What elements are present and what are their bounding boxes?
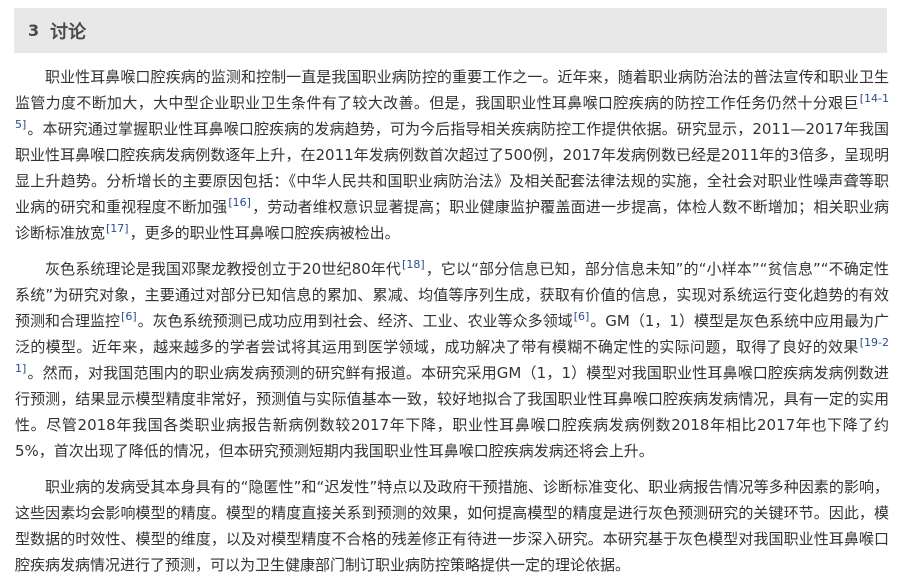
citation-link[interactable]: [18] (402, 258, 425, 271)
paragraph-text: 。灰色系统预测已成功应用到社会、经济、工业、农业等众多领域 (137, 312, 573, 330)
citation-link[interactable]: [17] (106, 222, 129, 235)
paragraph-text: 。然而，对我国范围内的职业病发病预测的研究鲜有报道。本研究采用GM（1，1）模型… (15, 364, 889, 460)
paragraph-text: 职业性耳鼻喉口腔疾病的监测和控制一直是我国职业病防控的重要工作之一。近年来，随着… (15, 68, 889, 112)
citation-link[interactable]: [16] (228, 196, 251, 209)
paragraph: 职业病的发病受其本身具有的“隐匿性”和“迟发性”特点以及政府干预措施、诊断标准变… (15, 474, 889, 578)
section-title: 讨论 (50, 21, 87, 43)
paragraph-text: ，更多的职业性耳鼻喉口腔疾病被检出。 (129, 224, 400, 242)
section-number: 3 (28, 21, 40, 40)
paragraph-text: 职业病的发病受其本身具有的“隐匿性”和“迟发性”特点以及政府干预措施、诊断标准变… (15, 478, 889, 574)
paragraph: 职业性耳鼻喉口腔疾病的监测和控制一直是我国职业病防控的重要工作之一。近年来，随着… (15, 64, 889, 246)
citation-link[interactable]: [6] (574, 310, 590, 323)
citation-link[interactable]: [6] (121, 310, 137, 323)
paragraph-text: 灰色系统理论是我国邓聚龙教授创立于20世纪80年代 (45, 260, 402, 278)
article-body: 职业性耳鼻喉口腔疾病的监测和控制一直是我国职业病防控的重要工作之一。近年来，随着… (15, 64, 889, 588)
section-header: 3 讨论 (14, 8, 887, 53)
paragraph: 灰色系统理论是我国邓聚龙教授创立于20世纪80年代[18]，它以“部分信息已知，… (15, 256, 889, 464)
